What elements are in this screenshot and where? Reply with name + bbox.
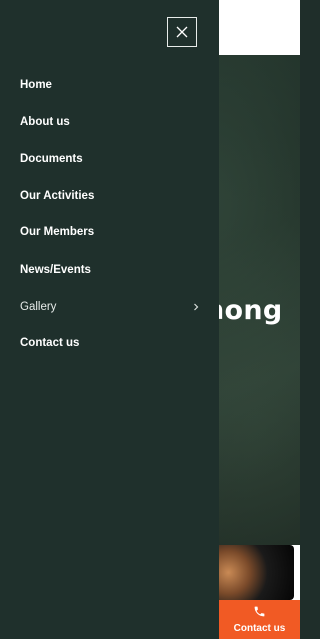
close-button[interactable] — [167, 17, 197, 47]
nav-item-label: About us — [20, 116, 70, 128]
thumbnail-image[interactable] — [212, 545, 294, 600]
nav-item-our-activities[interactable]: Our Activities — [20, 186, 200, 206]
nav-item-documents[interactable]: Documents — [20, 149, 200, 169]
nav-item-label: Our Activities — [20, 190, 95, 202]
contact-us-button[interactable]: Contact us — [219, 600, 300, 639]
nav-item-label: Contact us — [20, 337, 80, 349]
nav-item-label: Gallery — [20, 301, 57, 313]
nav-item-home[interactable]: Home — [20, 75, 200, 95]
nav-item-news-events[interactable]: News/Events — [20, 260, 200, 280]
close-icon — [176, 26, 188, 38]
nav-item-our-members[interactable]: Our Members — [20, 222, 200, 242]
nav-item-label: Documents — [20, 153, 83, 165]
mobile-nav-drawer: Home About us Documents Our Activities O… — [0, 0, 219, 639]
nav-item-contact-us[interactable]: Contact us — [20, 333, 200, 353]
nav-item-about-us[interactable]: About us — [20, 112, 200, 132]
nav-item-label: Home — [20, 79, 52, 91]
nav-item-gallery[interactable]: Gallery — [20, 297, 200, 317]
nav-item-label: News/Events — [20, 264, 91, 276]
nav-item-label: Our Members — [20, 226, 95, 238]
chevron-right-icon[interactable] — [192, 303, 200, 311]
contact-us-label: Contact us — [233, 623, 286, 634]
phone-icon — [253, 605, 266, 620]
